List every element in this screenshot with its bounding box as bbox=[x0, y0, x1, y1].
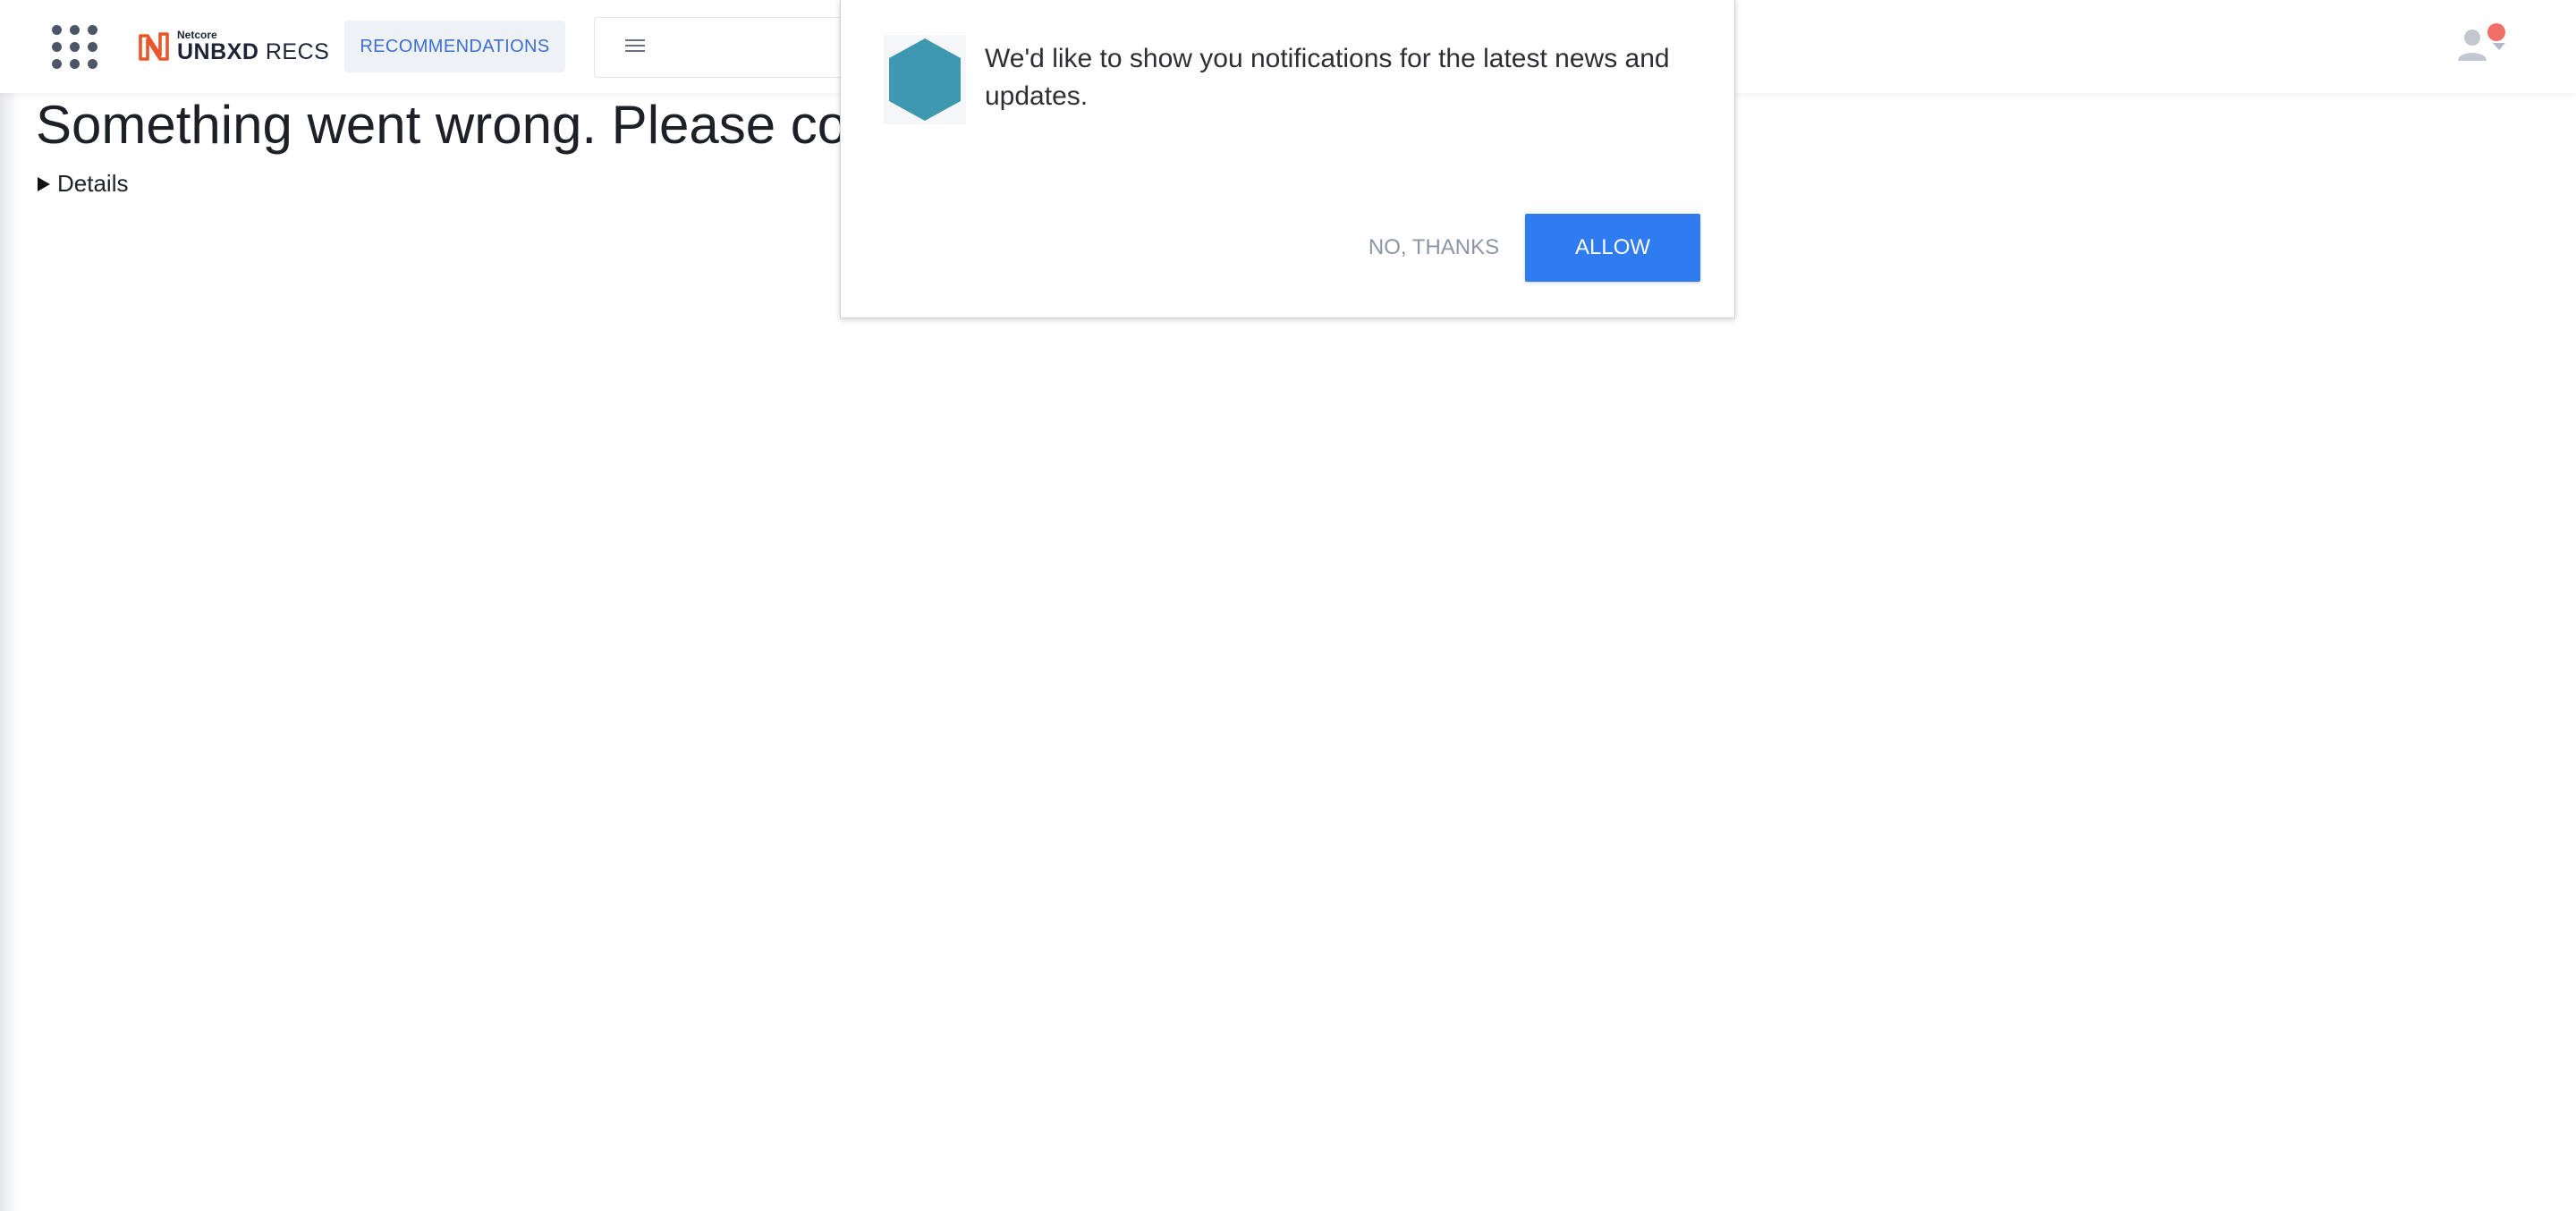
app-switcher-grid-icon[interactable] bbox=[50, 23, 100, 70]
allow-button[interactable]: ALLOW bbox=[1525, 214, 1700, 282]
user-icon bbox=[2458, 30, 2505, 61]
left-edge-shadow bbox=[0, 0, 20, 1211]
disclosure-triangle-icon bbox=[38, 176, 50, 191]
hamburger-icon bbox=[625, 39, 645, 52]
notification-permission-dialog: We'd like to show you notifications for … bbox=[840, 0, 1735, 318]
notification-dot-icon bbox=[2487, 23, 2505, 41]
details-disclosure[interactable]: Details bbox=[36, 170, 128, 198]
error-message-title: Something went wrong. Please cont bbox=[36, 95, 893, 155]
hexagon-icon bbox=[884, 35, 966, 124]
tab-recommendations[interactable]: RECOMMENDATIONS bbox=[344, 21, 565, 72]
netcore-logo-mark-icon bbox=[139, 32, 169, 61]
details-label: Details bbox=[57, 170, 129, 197]
netcore-unbxd-logo[interactable]: Netcore UNBXD RECS bbox=[136, 27, 329, 66]
logo-brand-bold: UNBXD bbox=[177, 39, 259, 64]
notification-message: We'd like to show you notifications for … bbox=[985, 44, 1670, 111]
user-menu[interactable] bbox=[2451, 23, 2522, 68]
no-thanks-button[interactable]: NO, THANKS bbox=[1362, 214, 1505, 282]
menu-dropdown[interactable] bbox=[594, 17, 864, 78]
logo-brand-light: RECS bbox=[258, 39, 330, 64]
